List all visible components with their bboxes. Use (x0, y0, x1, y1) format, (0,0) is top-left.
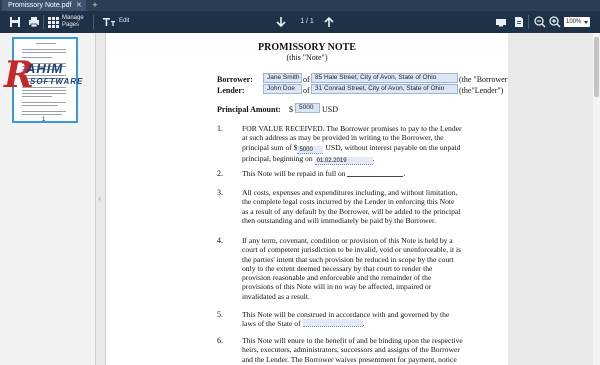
repayment-date-field[interactable] (347, 169, 404, 177)
start-date-field[interactable]: 01.02.2019 (314, 156, 373, 165)
edit-button[interactable]: Edit (119, 18, 129, 32)
zoom-select[interactable]: 100% (564, 17, 590, 27)
arrow-up-icon[interactable] (322, 15, 336, 29)
toolbar: Manage Pages Edit 1 / 1 100% (0, 11, 600, 33)
governing-state-field[interactable] (302, 319, 363, 328)
document-page: PROMISSORY NOTE (this "Note") Borrower: … (106, 33, 513, 365)
thumbnail-page-number: 1 (42, 117, 46, 123)
lender-name-field[interactable]: John Doe (263, 84, 302, 94)
collapse-sidebar-icon[interactable]: ‹ (96, 192, 104, 206)
borrower-address-field[interactable]: 85 Hale Street, City of Avon, State of O… (311, 73, 458, 83)
paragraph-3: All costs, expenses and expenditures inc… (242, 188, 461, 225)
page-indicator[interactable]: 1 / 1 (295, 17, 319, 27)
principal-label: Principal Amount: (217, 105, 281, 114)
arrow-down-icon[interactable] (274, 15, 288, 29)
borrower-label: Borrower: (217, 75, 253, 84)
paragraph-number: 3. (217, 188, 223, 197)
paragraph-number: 4. (217, 236, 223, 245)
principal-currency: USD (322, 105, 339, 114)
principal-amount-field[interactable]: 5000 (295, 103, 320, 113)
borrower-name-field[interactable]: Jane Smith (263, 73, 302, 83)
lender-address-field[interactable]: 31 Conrad Street, City of Avon, State of… (311, 84, 458, 94)
manage-pages-label-2: Pages (62, 22, 80, 28)
new-tab-button[interactable]: + (90, 0, 100, 11)
paragraph-6: This Note will enure to the benefit of a… (242, 336, 463, 364)
tab-close-icon[interactable]: ✕ (76, 0, 82, 11)
paragraph-number: 1. (217, 124, 223, 133)
watermark-logo: R AHIM SOFTWARE (4, 54, 84, 96)
principal-sum-field[interactable]: 5000 (297, 145, 324, 154)
manage-pages-icon[interactable] (46, 15, 60, 29)
vertical-scrollbar[interactable] (593, 33, 600, 365)
edit-text-icon[interactable] (102, 15, 116, 29)
document-subtitle: (this "Note") (286, 53, 328, 62)
currency-symbol: $ (289, 105, 293, 114)
paragraph-5: This Note will be construed in accordanc… (242, 310, 450, 329)
document-icon[interactable] (512, 15, 526, 29)
zoom-in-icon[interactable] (548, 15, 562, 29)
paragraph-number: 6. (217, 336, 223, 345)
watermark-name: AHIM (26, 61, 64, 76)
manage-pages-label-1: Manage (62, 15, 84, 21)
tab-bar: Promissory Note.pdf ✕ + (0, 0, 600, 11)
print-icon[interactable] (27, 15, 41, 29)
zoom-out-icon[interactable] (533, 15, 547, 29)
lender-label: Lender: (217, 86, 245, 95)
paragraph-2: This Note will be repaid in full on . (242, 169, 406, 178)
present-icon[interactable] (494, 15, 508, 29)
manage-pages-button[interactable]: Manage Pages (62, 15, 84, 29)
lender-alias: (the"Lender") (459, 86, 504, 95)
save-icon[interactable] (8, 15, 22, 29)
tab-promissory-note[interactable]: Promissory Note.pdf ✕ (2, 0, 86, 11)
borrower-alias: (the "Borrower") (459, 75, 514, 84)
viewer-background (508, 33, 600, 365)
of-text: of (303, 86, 310, 95)
paragraph-4: If any term, covenant, condition or prov… (242, 236, 462, 301)
paragraph-number: 2. (217, 169, 223, 178)
document-title: PROMISSORY NOTE (258, 42, 356, 53)
tab-label: Promissory Note.pdf (8, 2, 72, 9)
paragraph-1: FOR VALUE RECEIVED. The Borrower promise… (242, 124, 462, 165)
paragraph-number: 5. (217, 310, 223, 319)
watermark-sub: SOFTWARE (30, 77, 84, 86)
of-text: of (303, 75, 310, 84)
scrollbar-thumb[interactable] (594, 37, 599, 97)
